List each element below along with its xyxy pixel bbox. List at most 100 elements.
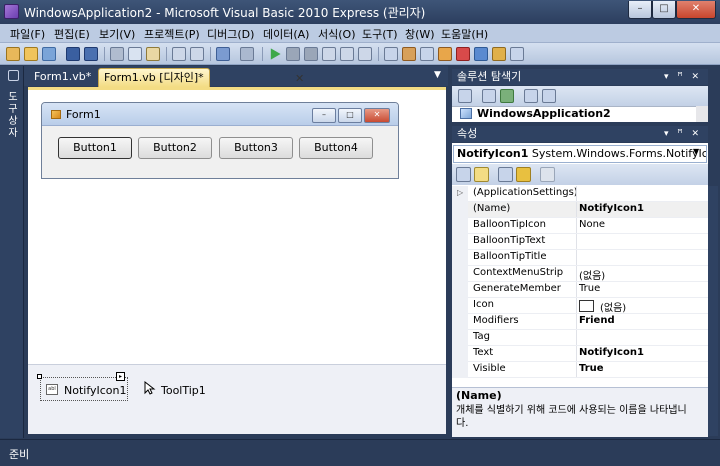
property-pages-icon[interactable] [540,167,555,182]
button4[interactable]: Button4 [299,137,373,159]
find-icon[interactable] [384,47,398,61]
maximize-button[interactable]: □ [652,1,676,19]
close-button[interactable]: ✕ [676,1,716,19]
property-name: BalloonTipTitle [473,251,547,262]
refresh-icon[interactable] [500,89,514,103]
menu-debug[interactable]: 디버그(D) [207,26,254,42]
property-value[interactable]: NotifyIcon1 [579,203,644,214]
menu-file[interactable]: 파일(F) [10,26,45,42]
save-all-icon[interactable] [84,47,98,61]
properties-small-icon[interactable] [482,89,496,103]
object-browser-icon[interactable] [438,47,452,61]
object-selector[interactable]: NotifyIcon1 System.Windows.Forms.NotifyI… [453,145,707,163]
property-row[interactable]: Text NotifyIcon1 [452,346,708,362]
property-value[interactable]: None [579,219,605,230]
property-row[interactable]: Icon (없음) [452,298,708,314]
property-row[interactable]: Modifiers Friend [452,314,708,330]
alphabetical-icon[interactable] [474,167,489,182]
property-row[interactable]: BalloonTipText [452,234,708,250]
toolbox-tool-icon[interactable] [8,70,19,81]
uncomment-icon[interactable] [190,47,204,61]
property-value[interactable]: True [579,363,604,374]
property-value[interactable]: Friend [579,315,615,326]
properties-view-icon[interactable] [498,167,513,182]
property-value[interactable]: NotifyIcon1 [579,347,644,358]
tab-form1-design[interactable]: Form1.vb [디자인]* ✕ [98,68,304,87]
chevron-down-icon[interactable]: ▼ [693,147,699,156]
smart-tag-icon[interactable]: ▸ [116,372,125,381]
extension-icon[interactable] [492,47,506,61]
pause-icon[interactable] [286,47,300,61]
form-preview-window[interactable]: Form1 – □ ✕ Button1 Button2 Button3 Butt… [41,102,399,179]
copy-icon[interactable] [128,47,142,61]
property-value[interactable]: True [579,283,600,294]
undo-icon[interactable] [216,47,230,61]
show-all-files-icon[interactable] [458,89,472,103]
step-over-icon[interactable] [340,47,354,61]
form-caption-bar: Form1 – □ ✕ [42,103,398,126]
project-node[interactable]: WindowsApplication2 [477,107,611,120]
stop-icon[interactable] [304,47,318,61]
property-row[interactable]: ▷ (ApplicationSettings) [452,186,708,202]
menu-view[interactable]: 보기(V) [99,26,135,42]
properties-icon[interactable] [420,47,434,61]
property-value[interactable]: (없음) [579,267,605,282]
expand-icon[interactable]: ▷ [457,188,463,197]
menu-format[interactable]: 서식(O) [318,26,355,42]
property-row[interactable]: GenerateMember True [452,282,708,298]
cut-icon[interactable] [110,47,124,61]
step-out-icon[interactable] [358,47,372,61]
tab-list-dropdown-icon[interactable]: ▼ [434,70,441,80]
redo-icon[interactable] [240,47,254,61]
panel-buttons-icon[interactable]: ▾ ꟸ ✕ [664,69,702,85]
step-into-icon[interactable] [322,47,336,61]
property-row[interactable]: Tag [452,330,708,346]
properties-title: 속성 [457,127,478,140]
toolbox-tab[interactable]: 도구 상자 [6,92,20,140]
menu-edit[interactable]: 편집(E) [54,26,90,42]
button3[interactable]: Button3 [219,137,293,159]
menu-data[interactable]: 데이터(A) [263,26,309,42]
categorized-icon[interactable] [456,167,471,182]
property-value[interactable]: (없음) [600,299,626,314]
property-row[interactable]: BalloonTipTitle [452,250,708,266]
menu-tools[interactable]: 도구(T) [362,26,398,42]
properties-scrollbar[interactable] [708,186,718,436]
property-row[interactable]: ContextMenuStrip (없음) [452,266,708,282]
close-tab-icon[interactable]: ✕ [295,70,304,87]
form-maximize-icon: □ [338,108,362,123]
add-item-icon[interactable] [42,47,56,61]
view-code-icon[interactable] [524,89,538,103]
start-debug-icon[interactable] [270,48,281,60]
button1[interactable]: Button1 [58,137,132,159]
resize-handle[interactable] [37,374,42,379]
properties-header: 속성 ▾ ꟸ ✕ [452,126,708,142]
tooltip-label[interactable]: ToolTip1 [161,384,206,397]
tab-form1-code[interactable]: Form1.vb* [28,68,97,86]
menu-project[interactable]: 프로젝트(P) [144,26,200,42]
form-title: Form1 [66,108,101,121]
new-project-icon[interactable] [6,47,20,61]
menu-help[interactable]: 도움말(H) [441,26,488,42]
menu-window[interactable]: 창(W) [405,26,435,42]
events-lightning-icon[interactable] [516,167,531,182]
open-folder-icon[interactable] [24,47,38,61]
object-name: NotifyIcon1 [457,147,529,160]
button2[interactable]: Button2 [138,137,212,159]
paste-icon[interactable] [146,47,160,61]
property-row[interactable]: Visible True [452,362,708,378]
view-designer-icon[interactable] [542,89,556,103]
comment-icon[interactable] [172,47,186,61]
toolbox-icon[interactable] [456,47,470,61]
panel-buttons-icon[interactable]: ▾ ꟸ ✕ [664,126,702,142]
solution-scrollbar[interactable] [696,106,708,122]
start-page-icon[interactable] [474,47,488,61]
property-row[interactable]: BalloonTipIcon None [452,218,708,234]
notifyicon-label[interactable]: NotifyIcon1 [64,384,127,397]
minimize-button[interactable]: – [628,1,652,19]
save-icon[interactable] [66,47,80,61]
menu-bar: 파일(F) 편집(E) 보기(V) 프로젝트(P) 디버그(D) 데이터(A) … [0,24,720,43]
property-row[interactable]: (Name) NotifyIcon1 [452,202,708,218]
solution-explorer-icon[interactable] [402,47,416,61]
customize-icon[interactable] [510,47,524,61]
